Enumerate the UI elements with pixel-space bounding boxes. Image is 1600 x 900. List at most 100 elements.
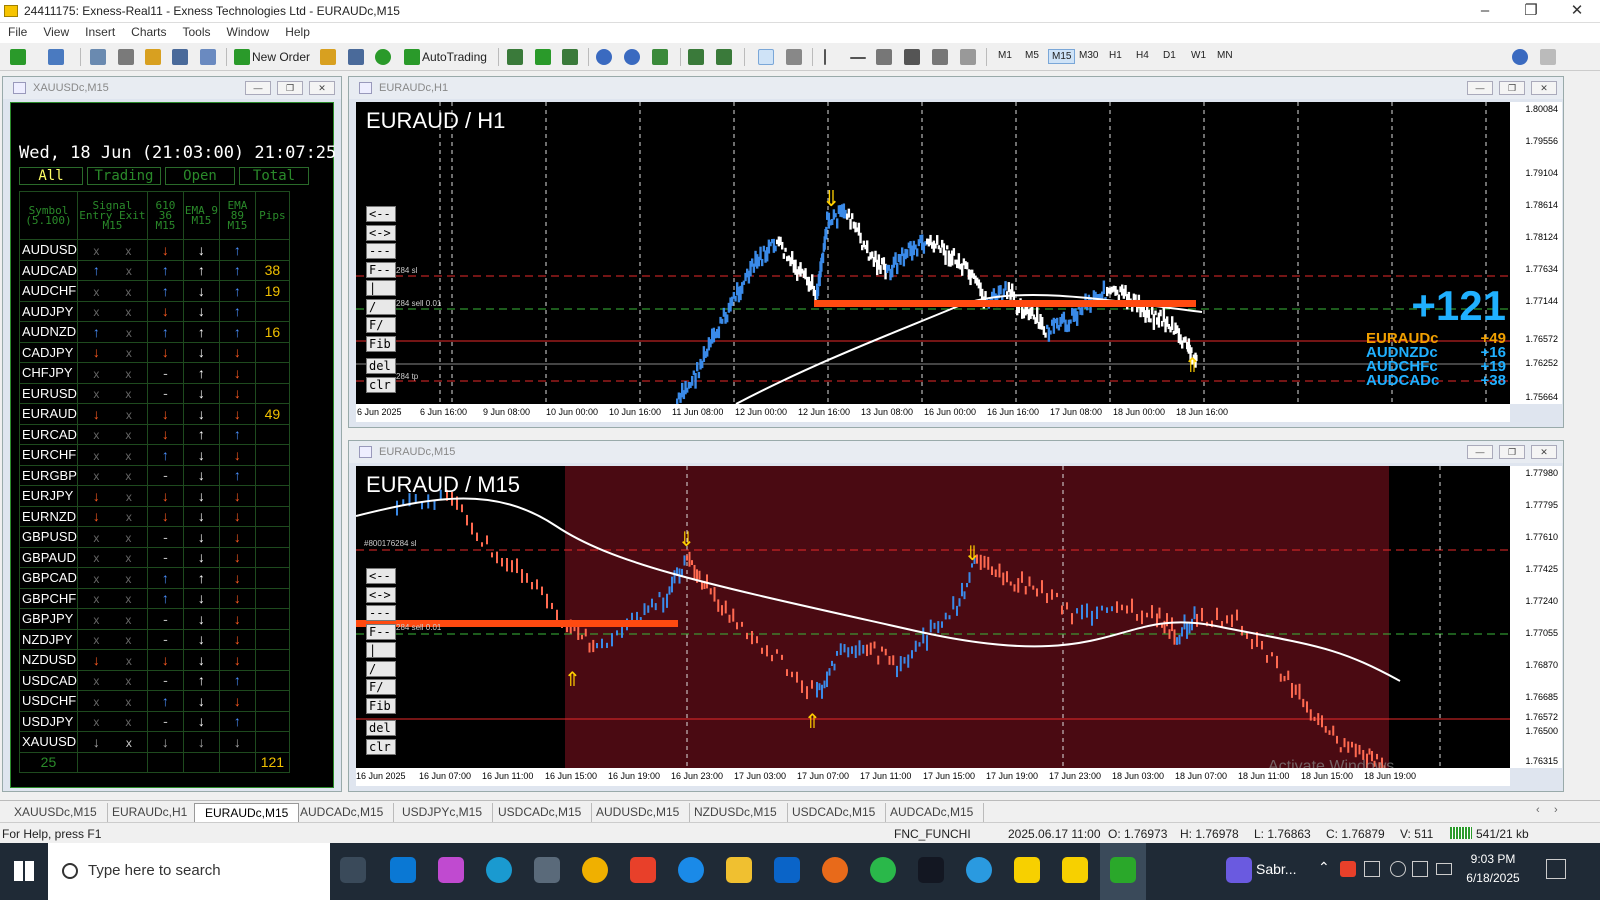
chart-tool-button[interactable]: Fib <box>366 335 396 352</box>
tf-m15[interactable]: M15 <box>1048 49 1076 64</box>
dash-tab-all[interactable]: All <box>19 167 83 185</box>
dash-tab-open[interactable]: Open <box>165 167 235 185</box>
tray-chevron-icon[interactable]: ⌃ <box>1318 859 1330 876</box>
close-icon[interactable]: ✕ <box>1554 0 1600 23</box>
tray-device-icon[interactable] <box>1364 861 1380 877</box>
chart-tab[interactable]: EURAUDc,H1 <box>102 803 199 822</box>
file-explorer-icon[interactable] <box>726 857 752 883</box>
menu-window[interactable]: Window <box>219 23 278 41</box>
zoom-app-icon[interactable] <box>1226 857 1252 883</box>
window-restore-button[interactable]: ❐ <box>1499 445 1525 459</box>
profiles-icon[interactable] <box>48 49 64 65</box>
search-icon[interactable] <box>1512 49 1528 65</box>
tf-w1[interactable]: W1 <box>1188 49 1209 62</box>
tf-m30[interactable]: M30 <box>1076 49 1101 62</box>
chart-tab[interactable]: XAUUSDc,M15 <box>4 803 108 822</box>
autotrading-icon[interactable] <box>404 49 420 65</box>
strategy-tester-icon[interactable] <box>200 49 216 65</box>
tabs-scroll-right-icon[interactable]: › <box>1554 804 1558 816</box>
store-icon[interactable] <box>390 857 416 883</box>
network-icon[interactable] <box>1390 861 1406 877</box>
chart-tool-button[interactable]: F-- <box>366 261 396 278</box>
chart-tool-button[interactable]: clr <box>366 376 396 393</box>
tile-windows-icon[interactable] <box>652 49 668 65</box>
chart-tool-button[interactable]: del <box>366 358 396 374</box>
chart-shift-icon[interactable] <box>688 49 704 65</box>
line-chart-icon[interactable] <box>562 49 578 65</box>
chart-tab[interactable]: USDCADc,M15 <box>782 803 887 822</box>
volume-icon[interactable] <box>1412 861 1428 877</box>
dash-tab-trading[interactable]: Trading <box>87 167 161 185</box>
chart-tool-button[interactable]: F/ <box>366 679 396 695</box>
chart-tab[interactable]: NZDUSDc,M15 <box>684 803 788 822</box>
chart-tool-button[interactable]: del <box>366 720 396 736</box>
rectangle-icon[interactable] <box>904 49 920 65</box>
navigator-icon[interactable] <box>145 49 161 65</box>
tf-d1[interactable]: D1 <box>1160 49 1179 62</box>
chart-tool-button[interactable]: F/ <box>366 317 396 333</box>
chart-tool-button[interactable]: | <box>366 642 396 658</box>
vertical-line-icon[interactable] <box>824 49 826 65</box>
menu-view[interactable]: View <box>35 23 77 41</box>
restore-icon[interactable]: ❐ <box>1508 0 1554 23</box>
chart-tool-button[interactable]: <-- <box>366 568 396 584</box>
chart-tab[interactable]: AUDUSDc,M15 <box>586 803 691 822</box>
chat-icon[interactable] <box>1540 49 1556 65</box>
chart-tool-button[interactable]: <-> <box>366 224 396 241</box>
window-minimize-button[interactable]: — <box>1467 445 1493 459</box>
whatsapp-icon[interactable] <box>870 857 896 883</box>
h1-chart-canvas[interactable]: ⇓ ⇑ EURAUD / H1 284 sl 284 sell 0.01 284 … <box>356 102 1510 404</box>
battery-icon[interactable] <box>1436 863 1452 875</box>
windows-start-icon[interactable] <box>14 861 34 881</box>
chart-tool-button[interactable]: Fib <box>366 697 396 714</box>
notifications-icon[interactable] <box>1546 859 1566 879</box>
chart-tool-button[interactable]: / <box>366 660 396 677</box>
crosshair-icon[interactable] <box>786 49 802 65</box>
task-view-icon[interactable] <box>340 857 366 883</box>
channel-icon[interactable] <box>932 49 948 65</box>
chart-tool-button[interactable]: clr <box>366 738 396 755</box>
terminal-icon[interactable] <box>172 49 188 65</box>
chart-tool-button[interactable]: <-> <box>366 586 396 603</box>
download-icon[interactable] <box>678 857 704 883</box>
menu-tools[interactable]: Tools <box>175 23 219 41</box>
taskbar-date[interactable]: 6/18/2025 <box>1456 871 1530 885</box>
data-window-icon[interactable] <box>118 49 134 65</box>
menu-help[interactable]: Help <box>277 23 318 41</box>
chart-tool-button[interactable]: --- <box>366 243 396 259</box>
metaeditor-icon[interactable] <box>320 49 336 65</box>
cursor-icon[interactable] <box>758 49 774 65</box>
calculator-icon[interactable] <box>534 857 560 883</box>
market-icon[interactable] <box>375 49 391 65</box>
new-order-icon[interactable] <box>234 49 250 65</box>
chart-tab[interactable]: AUDCADc,M15 <box>290 803 395 822</box>
window-close-button[interactable]: ✕ <box>309 81 335 95</box>
zoom-in-icon[interactable] <box>596 49 612 65</box>
candlestick-icon[interactable] <box>535 49 551 65</box>
window-minimize-button[interactable]: — <box>245 81 271 95</box>
window-minimize-button[interactable]: — <box>1467 81 1493 95</box>
tabs-scroll-left-icon[interactable]: ‹ <box>1536 804 1540 816</box>
copilot-icon[interactable] <box>438 857 464 883</box>
metatrader-icon[interactable] <box>1110 857 1136 883</box>
tf-m1[interactable]: M1 <box>995 49 1015 62</box>
taskbar-search-input[interactable]: Type here to search <box>48 843 330 900</box>
chart-tool-button[interactable]: F-- <box>366 623 396 640</box>
chart-tab[interactable]: AUDCADc,M15 <box>880 803 985 822</box>
exness-terminal-2-icon[interactable] <box>1062 857 1088 883</box>
new-order-button[interactable]: New Order <box>252 47 310 67</box>
edge-icon[interactable] <box>486 857 512 883</box>
m15-chart-canvas[interactable]: ⇓ ⇓ ⇑ ⇑ EURAUD / M15 #800176284 sl 284 sell… <box>356 466 1510 768</box>
tf-h1[interactable]: H1 <box>1106 49 1125 62</box>
window-close-button[interactable]: ✕ <box>1531 445 1557 459</box>
menu-insert[interactable]: Insert <box>77 23 123 41</box>
tradingview-icon[interactable] <box>918 857 944 883</box>
minimize-icon[interactable]: – <box>1462 0 1508 23</box>
horizontal-line-icon[interactable] <box>850 57 866 59</box>
autotrading-button[interactable]: AutoTrading <box>422 47 487 67</box>
taskbar-time[interactable]: 9:03 PM <box>1462 852 1524 866</box>
new-chart-icon[interactable] <box>10 49 26 65</box>
exness-terminal-icon[interactable] <box>1014 857 1040 883</box>
taskbar-user[interactable]: Sabr... <box>1256 861 1296 877</box>
window-restore-button[interactable]: ❐ <box>277 81 303 95</box>
